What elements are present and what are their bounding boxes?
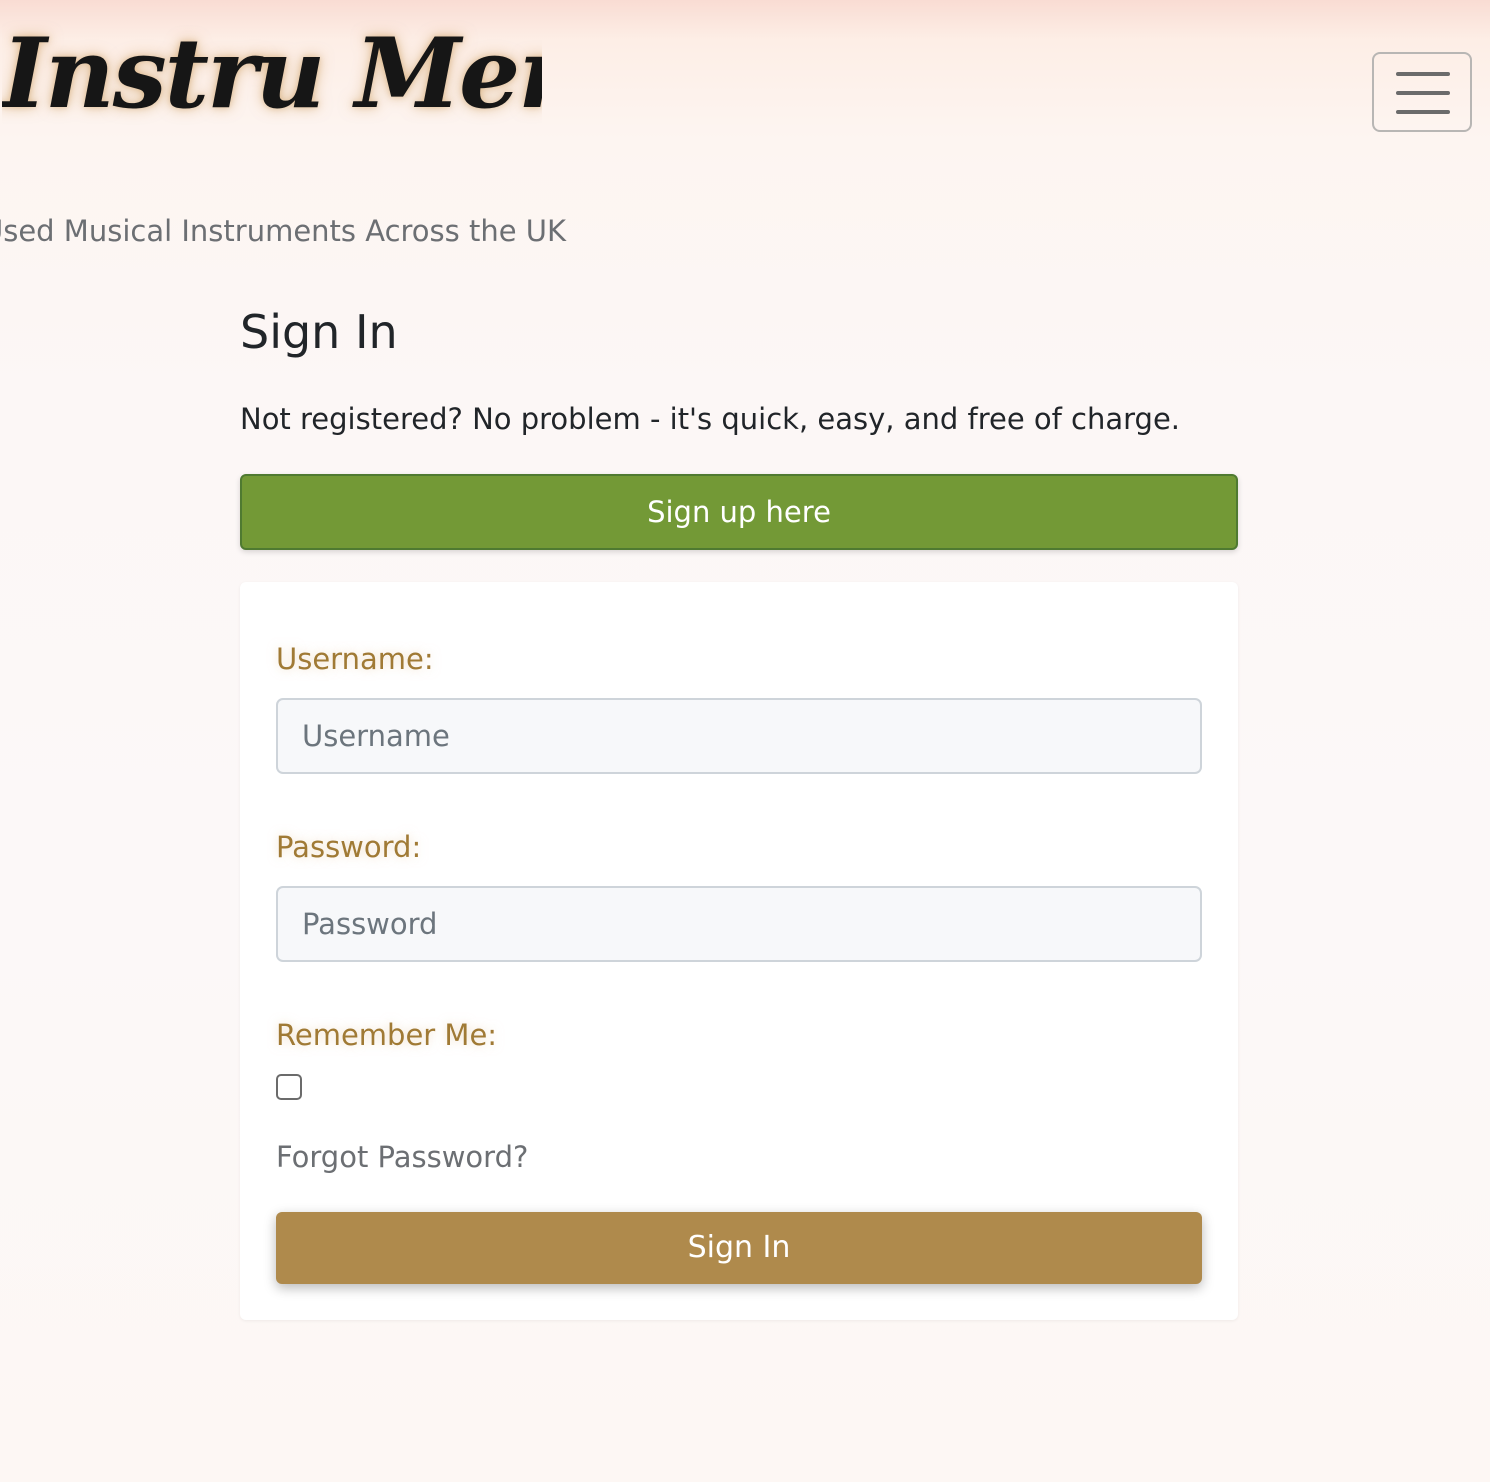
hamburger-menu-icon-bar xyxy=(1396,110,1450,114)
signup-button[interactable]: Sign up here xyxy=(240,474,1238,550)
username-input[interactable] xyxy=(276,698,1202,774)
remember-me-label: Remember Me: xyxy=(276,1018,498,1052)
remember-me-checkbox[interactable] xyxy=(276,1074,302,1100)
navbar-toggler-button[interactable] xyxy=(1372,52,1472,132)
signin-submit-button[interactable]: Sign In xyxy=(276,1212,1202,1284)
username-label: Username: xyxy=(276,642,434,676)
password-label: Password: xyxy=(276,830,422,864)
site-tagline: Used Musical Instruments Across the UK xyxy=(0,214,567,248)
signin-form-card: Username: Password: Remember Me: Forgot … xyxy=(240,582,1238,1320)
site-header: Instru Mental Used Musical Instruments A… xyxy=(0,0,1490,270)
page-title: Sign In xyxy=(240,305,398,359)
hamburger-menu-icon xyxy=(1396,72,1450,76)
hamburger-menu-icon-bar xyxy=(1396,91,1450,95)
intro-text: Not registered? No problem - it's quick,… xyxy=(240,402,1181,436)
password-input[interactable] xyxy=(276,886,1202,962)
forgot-password-link[interactable]: Forgot Password? xyxy=(276,1134,528,1180)
brand-logo[interactable]: Instru Mental xyxy=(2,4,542,144)
